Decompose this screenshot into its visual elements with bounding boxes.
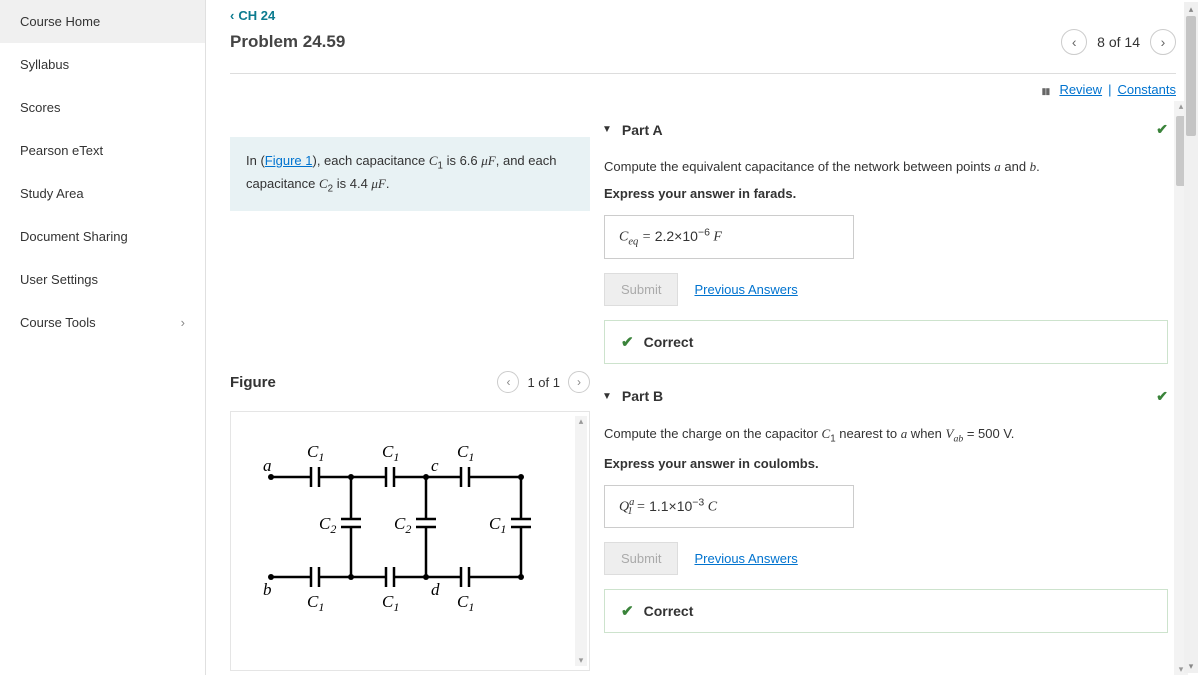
figure-pager-text: 1 of 1 [527,375,560,390]
svg-text:a: a [263,456,272,475]
next-problem-button[interactable]: › [1150,29,1176,55]
part-b-question: Compute the charge on the capacitor C1 n… [604,425,1168,446]
check-icon: ✔ [1156,121,1168,138]
problem-prompt: In (Figure 1), each capacitance C1 is 6.… [230,137,590,211]
check-icon: ✔ [1156,388,1168,405]
figure-scrollbar[interactable]: ▴▾ [575,416,587,666]
part-a-instruct: Express your answer in farads. [604,186,1168,201]
collapse-icon: ▼ [602,391,612,402]
figure-title: Figure [230,374,276,391]
sidebar-item-document-sharing[interactable]: Document Sharing [0,215,205,258]
svg-text:C1: C1 [307,592,324,614]
pager-text: 8 of 14 [1097,34,1140,50]
collapse-icon: ▼ [602,124,612,135]
sidebar-item-course-tools[interactable]: Course Tools› [0,301,205,344]
svg-text:C2: C2 [394,514,411,536]
svg-text:C1: C1 [382,592,399,614]
circuit-diagram: a b c d C1 C1 C1 C1 C1 C1 C2 C2 C1 [241,422,551,622]
svg-text:C1: C1 [382,442,399,464]
book-icon [1041,82,1055,97]
check-icon: ✔ [621,602,634,620]
part-b-header[interactable]: ▼ Part B ✔ [602,388,1168,405]
check-icon: ✔ [621,333,634,351]
svg-text:C1: C1 [489,514,506,536]
svg-text:C1: C1 [457,592,474,614]
part-b-previous-answers-link[interactable]: Previous Answers [694,551,797,566]
problem-title: Problem 24.59 [230,32,345,52]
sidebar-item-course-home[interactable]: Course Home [0,0,205,43]
sidebar-item-study-area[interactable]: Study Area [0,172,205,215]
sidebar-item-user-settings[interactable]: User Settings [0,258,205,301]
svg-text:c: c [431,456,439,475]
part-a-correct-badge: ✔ Correct [604,320,1168,364]
svg-text:d: d [431,580,440,599]
part-a-answer: Ceq = 2.2×10−6 F [604,215,854,258]
breadcrumb[interactable]: ‹ CH 24 [230,8,275,23]
problem-pager: ‹ 8 of 14 › [1061,29,1176,55]
sidebar-item-scores[interactable]: Scores [0,86,205,129]
part-a-question: Compute the equivalent capacitance of th… [604,158,1168,176]
part-a-submit-button[interactable]: Submit [604,273,678,306]
svg-text:C2: C2 [319,514,336,536]
chevron-right-icon: › [181,315,185,330]
page-scrollbar[interactable]: ▴ ▾ [1184,2,1198,673]
figure-next-button[interactable]: › [568,371,590,393]
part-a-previous-answers-link[interactable]: Previous Answers [694,282,797,297]
sidebar-item-etext[interactable]: Pearson eText [0,129,205,172]
main-content: ‹ CH 24 Problem 24.59 ‹ 8 of 14 › Review… [206,0,1200,675]
svg-text:b: b [263,580,272,599]
constants-link[interactable]: Constants [1117,82,1176,97]
svg-text:C1: C1 [307,442,324,464]
figure-prev-button[interactable]: ‹ [497,371,519,393]
figure-link[interactable]: Figure 1 [265,153,313,168]
prev-problem-button[interactable]: ‹ [1061,29,1087,55]
part-b-submit-button[interactable]: Submit [604,542,678,575]
svg-text:C1: C1 [457,442,474,464]
figure-container: a b c d C1 C1 C1 C1 C1 C1 C2 C2 C1 [230,411,590,671]
review-link[interactable]: Review [1059,82,1102,97]
sidebar: Course Home Syllabus Scores Pearson eTex… [0,0,206,675]
part-b-instruct: Express your answer in coulombs. [604,456,1168,471]
part-b-answer: Qa1 = 1.1×10−3 C [604,485,854,528]
part-a-header[interactable]: ▼ Part A ✔ [602,121,1168,138]
chevron-left-icon: ‹ [230,8,234,23]
part-b-correct-badge: ✔ Correct [604,589,1168,633]
sidebar-item-syllabus[interactable]: Syllabus [0,43,205,86]
